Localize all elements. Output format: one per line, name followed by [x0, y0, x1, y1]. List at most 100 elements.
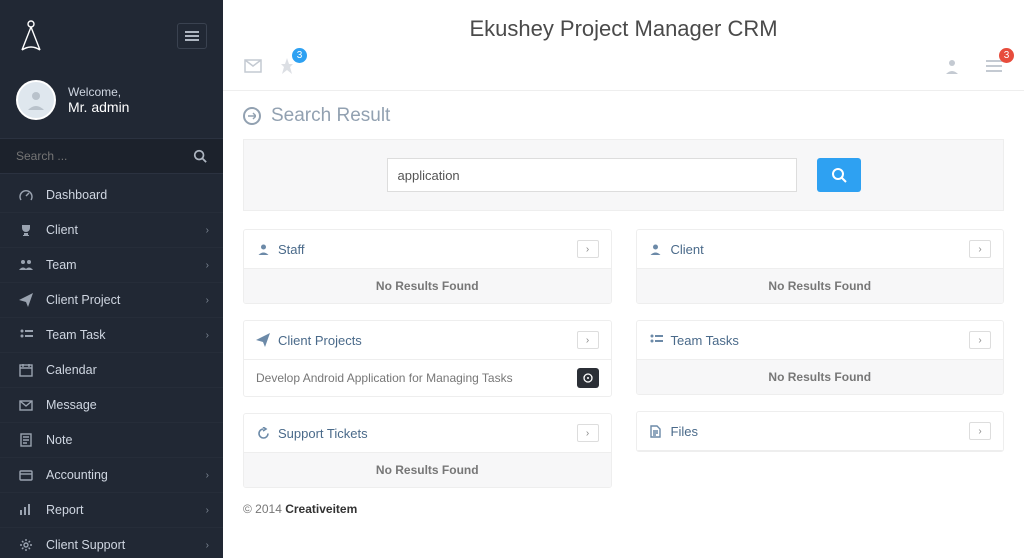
sidebar-item-team-task[interactable]: Team Task ›	[0, 318, 223, 353]
app-logo	[16, 18, 46, 54]
sidebar-item-team[interactable]: Team ›	[0, 248, 223, 283]
sidebar-search	[0, 139, 223, 174]
expand-button[interactable]: ›	[577, 424, 599, 442]
sidebar-search-input[interactable]	[16, 149, 193, 163]
user-name: Mr. admin	[68, 99, 129, 115]
sidebar-item-report[interactable]: Report ›	[0, 493, 223, 528]
no-results-text: No Results Found	[244, 453, 611, 487]
sidebar-item-dashboard[interactable]: Dashboard	[0, 178, 223, 213]
sidebar-item-label: Accounting	[46, 468, 108, 482]
sidebar-user-box: Welcome, Mr. admin	[0, 66, 223, 139]
user-avatar	[16, 80, 56, 120]
search-panel	[243, 139, 1004, 211]
sidebar-item-client-project[interactable]: Client Project›	[0, 283, 223, 318]
search-input[interactable]	[387, 158, 797, 192]
note-icon	[16, 433, 36, 447]
expand-button[interactable]: ›	[577, 331, 599, 349]
send-icon	[256, 333, 270, 347]
panel-title: Files	[671, 424, 698, 439]
sidebar-item-message[interactable]: Message	[0, 388, 223, 423]
sidebar-item-accounting[interactable]: Accounting ›	[0, 458, 223, 493]
results-column-left: Staff › No Results Found Client Projects› De…	[243, 229, 612, 488]
search-icon[interactable]	[193, 149, 207, 163]
sidebar-item-label: Dashboard	[46, 188, 107, 202]
result-text: Develop Android Application for Managing…	[256, 371, 567, 385]
user-icon	[256, 243, 270, 256]
panel-title: Client	[671, 242, 704, 257]
sidebar-item-label: Note	[46, 433, 72, 447]
sidebar-item-label: Calendar	[46, 363, 97, 377]
send-icon	[16, 293, 36, 307]
app-title: Ekushey Project Manager CRM	[223, 0, 1024, 50]
chevron-right-icon: ›	[206, 260, 209, 271]
pin-icon[interactable]: 3	[277, 56, 297, 76]
sidebar-item-label: Report	[46, 503, 84, 517]
mail-icon[interactable]	[243, 56, 263, 76]
expand-button[interactable]: ›	[969, 422, 991, 440]
chart-icon	[16, 504, 36, 516]
expand-button[interactable]: ›	[969, 331, 991, 349]
chevron-right-icon: ›	[206, 225, 209, 236]
panel-title: Staff	[278, 242, 305, 257]
user-icon	[649, 243, 663, 256]
sidebar-item-label: Team Task	[46, 328, 106, 342]
no-results-text: No Results Found	[637, 360, 1004, 394]
sidebar-item-label: Client Support	[46, 538, 125, 552]
card-icon	[16, 470, 36, 481]
expand-button[interactable]: ›	[577, 240, 599, 258]
sidebar-item-label: Message	[46, 398, 97, 412]
user-icon[interactable]	[942, 56, 962, 76]
sidebar-toggle-button[interactable]	[177, 23, 207, 49]
sidebar-item-label: Client	[46, 223, 78, 237]
panel-header: Client Projects›	[244, 321, 611, 360]
trophy-icon	[16, 223, 36, 237]
result-row[interactable]: Develop Android Application for Managing…	[244, 360, 611, 396]
panel-support-tickets: Support Tickets › No Results Found	[243, 413, 612, 488]
footer: © 2014 Creativeitem	[243, 488, 1004, 520]
panel-header: Team Tasks ›	[637, 321, 1004, 360]
panel-header: Support Tickets ›	[244, 414, 611, 453]
panel-staff: Staff › No Results Found	[243, 229, 612, 304]
search-button[interactable]	[817, 158, 861, 192]
panel-title: Support Tickets	[278, 426, 368, 441]
panel-header: Client ›	[637, 230, 1004, 269]
page-title-row: Search Result	[243, 105, 1004, 127]
panel-title: Team Tasks	[671, 333, 739, 348]
panel-team-tasks: Team Tasks › No Results Found	[636, 320, 1005, 395]
result-action-button[interactable]	[577, 368, 599, 388]
chevron-right-icon: ›	[206, 330, 209, 341]
calendar-icon	[16, 363, 36, 377]
results-column-right: Client › No Results Found Team Tasks › No Res…	[636, 229, 1005, 488]
refresh-icon	[256, 427, 270, 440]
page-title: Search Result	[271, 105, 390, 127]
no-results-text: No Results Found	[637, 269, 1004, 303]
sidebar-item-client[interactable]: Client ›	[0, 213, 223, 248]
gear-icon	[16, 538, 36, 552]
sidebar: Welcome, Mr. admin Dashboard Client › Team ›…	[0, 0, 223, 558]
sidebar-item-label: Team	[46, 258, 77, 272]
panel-header: Staff ›	[244, 230, 611, 269]
main-area: Ekushey Project Manager CRM 3 3	[223, 0, 1024, 558]
users-icon	[16, 258, 36, 272]
page-title-icon	[243, 107, 261, 125]
panel-client-projects: Client Projects› Develop Android Applicat…	[243, 320, 612, 397]
panel-header: Files ›	[637, 412, 1004, 451]
sidebar-item-calendar[interactable]: Calendar	[0, 353, 223, 388]
chevron-right-icon: ›	[206, 540, 209, 551]
dashboard-icon	[16, 188, 36, 202]
welcome-text: Welcome,	[68, 85, 129, 99]
alert-badge: 3	[999, 48, 1014, 63]
notification-badge: 3	[292, 48, 307, 63]
expand-button[interactable]: ›	[969, 240, 991, 258]
list-icon[interactable]: 3	[984, 56, 1004, 76]
sidebar-item-label: Client Project	[46, 293, 120, 307]
chevron-right-icon: ›	[206, 505, 209, 516]
sidebar-nav: DashboardClient›Team›Client Project›Team…	[0, 174, 223, 558]
tasks-icon	[649, 333, 663, 347]
sidebar-item-client-support[interactable]: Client Support ›	[0, 528, 223, 558]
chevron-right-icon: ›	[206, 470, 209, 481]
content: Search Result Staff›No Results FoundClie…	[223, 91, 1024, 540]
tasks-icon	[16, 328, 36, 342]
no-results-text: No Results Found	[244, 269, 611, 303]
sidebar-item-note[interactable]: Note	[0, 423, 223, 458]
